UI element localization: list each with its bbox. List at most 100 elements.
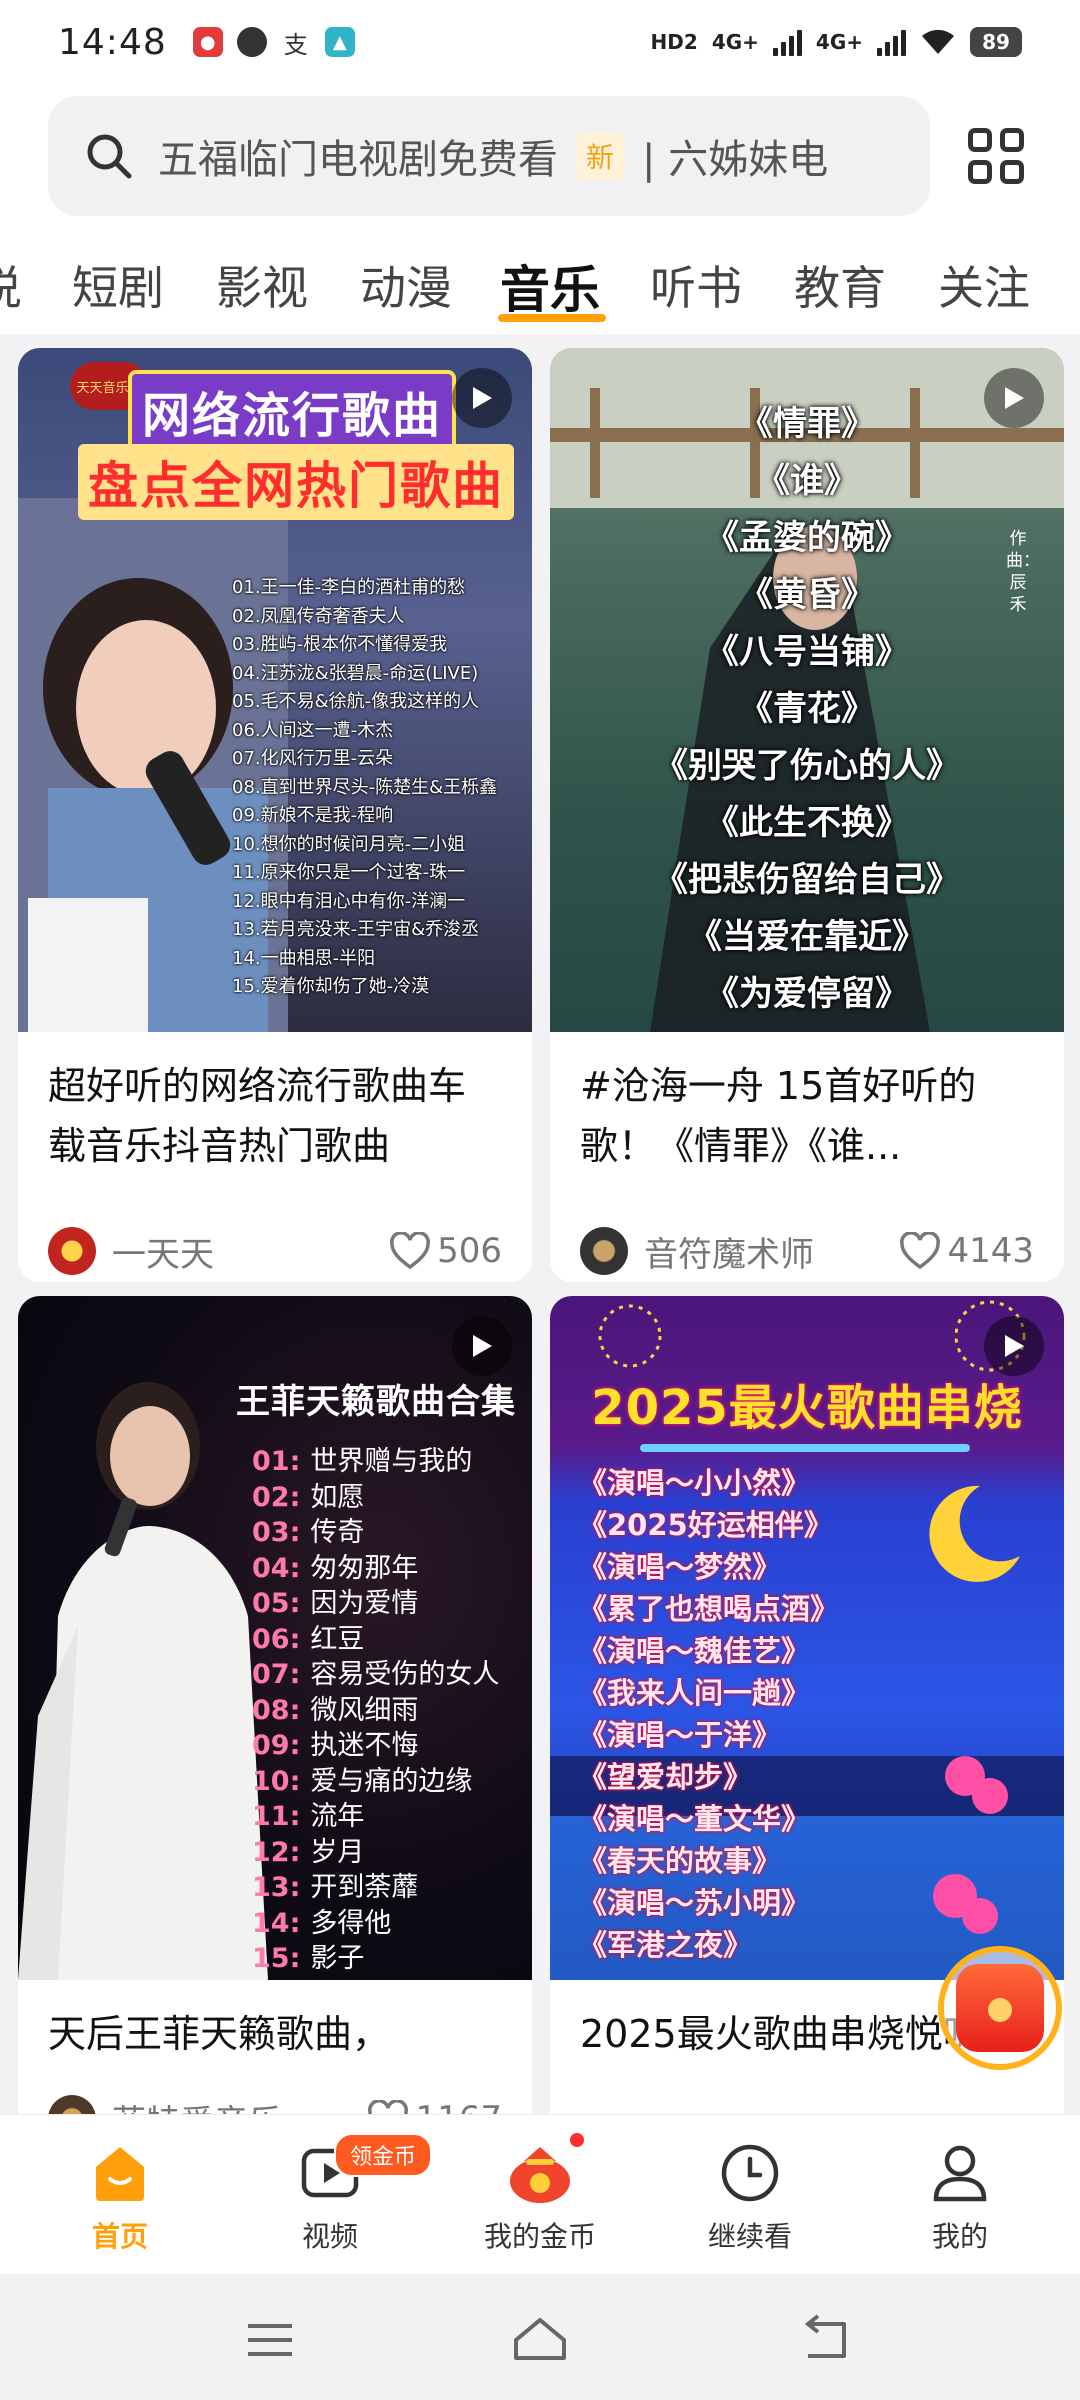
tab-following[interactable]: 关注: [938, 252, 1030, 318]
composer-credit: 作曲：辰禾: [1006, 529, 1040, 615]
home-button-icon[interactable]: [510, 2310, 570, 2370]
tab-music[interactable]: 音乐: [500, 250, 600, 322]
tab-education[interactable]: 教育: [794, 252, 886, 318]
active-tab-indicator: [498, 314, 606, 322]
song-item: 07: 容易受伤的女人: [252, 1659, 500, 1690]
notification-dot: [570, 2133, 584, 2147]
thumb-subheading: 盘点全网热门歌曲: [78, 444, 514, 520]
alipay-icon: 支: [280, 27, 311, 59]
song-list: 01: 世界赠与我的 02: 如愿 03: 传奇 04: 匆匆那年 05: 因为爱情 06…: [252, 1444, 532, 1977]
nav-home-label: 首页: [91, 2220, 148, 2253]
avatar[interactable]: [580, 1227, 628, 1275]
author-name[interactable]: 音符魔术师: [644, 1227, 814, 1276]
bottom-navigation: 首页 视频 领金币 我的金币 继续看 我的: [0, 2114, 1080, 2274]
card-footer: 菲特爱音乐 1167: [18, 2080, 532, 2114]
song-item: 《当爱在靠近》: [688, 917, 926, 957]
song-item: 10.想你的时候问月亮-二小姐: [232, 833, 466, 855]
system-navigation-bar: [0, 2274, 1080, 2400]
heart-icon: [900, 1232, 941, 1270]
song-item: 《2025好运相伴》: [578, 1508, 833, 1542]
play-icon: [984, 368, 1044, 428]
tab-audiobook[interactable]: 听书: [650, 252, 742, 318]
video-title[interactable]: #沧海一舟 15首好听的歌！《情罪》《谁...: [550, 1032, 1064, 1212]
search-suggestion-text: 五福临门电视剧免费看: [158, 137, 558, 183]
avatar[interactable]: [48, 1227, 96, 1275]
song-item: 《累了也想喝点酒》: [578, 1592, 840, 1626]
search-next-suggestion: | 六姊妹电: [642, 137, 829, 183]
tab-partial[interactable]: 说: [0, 252, 22, 318]
app-screen: 14:48 ● 支 ▲ HD2 4G+ 4G+ 89 五福临门电视剧免费看 新 …: [0, 0, 1080, 2400]
video-thumbnail[interactable]: 王菲天籁歌曲合集 01: 世界赠与我的 02: 如愿 03: 传奇 04: 匆匆那年 0…: [18, 1296, 532, 1980]
video-feed: 天天音乐馆 网络流行歌曲 盘点全网热门歌曲 01.王一佳-李白的酒杜甫的愁 02…: [0, 334, 1080, 2114]
signal-icon-1: [772, 28, 802, 56]
status-indicators: HD2 4G+ 4G+ 89: [651, 27, 1022, 57]
avatar[interactable]: [48, 2095, 96, 2114]
tab-short-drama[interactable]: 短剧: [72, 252, 164, 318]
red-packet-float[interactable]: [938, 1946, 1062, 2070]
like-count[interactable]: 506: [389, 1231, 502, 1271]
thumb-heading: 王菲天籁歌曲合集: [236, 1382, 516, 1422]
song-item: 07.化风行万里-云朵: [232, 748, 394, 769]
song-item: 03.胜屿-根本你不懂得爱我: [232, 634, 448, 655]
song-item: 12: 岁月: [252, 1836, 365, 1868]
song-item: 09: 执迷不悔: [252, 1730, 419, 1761]
card-footer: 一天天 506: [18, 1212, 532, 1282]
search-icon: [87, 134, 132, 179]
song-item: 《演唱～小小然》: [578, 1466, 811, 1500]
coin-reward-badge[interactable]: 领金币: [334, 2133, 433, 2177]
category-tabs: 说 短剧 影视 动漫 音乐 听书 教育 关注: [0, 234, 1080, 334]
menu-icon[interactable]: [240, 2310, 300, 2370]
song-item: 08: 微风细雨: [252, 1694, 419, 1726]
new-badge: 新: [576, 132, 625, 180]
like-count[interactable]: 1167: [367, 2099, 502, 2114]
song-item: 05: 因为爱情: [252, 1588, 419, 1619]
wifi-icon: [922, 29, 954, 54]
song-item: 01.王一佳-李白的酒杜甫的愁: [232, 577, 466, 598]
song-item: 《别哭了伤心的人》: [654, 746, 960, 786]
song-item: 《黄昏》: [739, 575, 875, 615]
video-card[interactable]: 《情罪》 《谁》 《孟婆的碗》 《黄昏》 《八号当铺》 《青花》 《别哭了伤心的…: [550, 348, 1064, 1282]
thumb-heading: 2025最火歌曲串烧: [591, 1380, 1023, 1436]
like-count-value: 506: [437, 1231, 502, 1271]
like-count[interactable]: 4143: [899, 1231, 1034, 1271]
video-thumbnail[interactable]: 2025最火歌曲串烧 《演唱～小小然》 《2025好运相伴》 《演唱～梦然》 《…: [550, 1296, 1064, 1980]
home-icon: [88, 2141, 152, 2205]
nav-my-coins[interactable]: 我的金币: [460, 2141, 620, 2255]
video-title[interactable]: 超好听的网络流行歌曲车载音乐抖音热门歌曲: [18, 1032, 532, 1212]
song-item: 09.新娘不是我-程响: [232, 805, 394, 826]
category-grid-icon[interactable]: [968, 128, 1024, 184]
red-packet-icon: [956, 1964, 1044, 2052]
back-icon[interactable]: [796, 2310, 856, 2370]
song-item: 12.眼中有泪心中有你-洋澜一: [232, 890, 466, 912]
message-icon: [236, 27, 267, 57]
song-item: 《此生不换》: [705, 803, 909, 843]
video-card[interactable]: 王菲天籁歌曲合集 01: 世界赠与我的 02: 如愿 03: 传奇 04: 匆匆那年 0…: [18, 1296, 532, 2114]
play-icon: [452, 368, 512, 428]
nav-home[interactable]: 首页: [40, 2141, 200, 2255]
search-input[interactable]: 五福临门电视剧免费看 新 | 六姊妹电: [48, 96, 930, 216]
video-thumbnail[interactable]: 天天音乐馆 网络流行歌曲 盘点全网热门歌曲 01.王一佳-李白的酒杜甫的愁 02…: [18, 348, 532, 1032]
song-item: 06.人间这一遭-木杰: [232, 719, 394, 741]
song-item: 06: 红豆: [252, 1623, 365, 1655]
nav-continue-watching[interactable]: 继续看: [670, 2141, 830, 2255]
video-card[interactable]: 天天音乐馆 网络流行歌曲 盘点全网热门歌曲 01.王一佳-李白的酒杜甫的愁 02…: [18, 348, 532, 1282]
song-item: 《演唱～魏佳艺》: [578, 1634, 811, 1668]
song-item: 02.凤凰传奇奢香夫人: [232, 605, 405, 627]
play-icon: [984, 1316, 1044, 1376]
author-name[interactable]: 一天天: [112, 1227, 214, 1276]
tab-anime[interactable]: 动漫: [360, 252, 452, 318]
nav-my-coins-label: 我的金币: [483, 2220, 596, 2253]
tab-film-tv[interactable]: 影视: [216, 252, 308, 318]
author-name[interactable]: 菲特爱音乐: [112, 2095, 282, 2115]
status-bar: 14:48 ● 支 ▲ HD2 4G+ 4G+ 89: [0, 0, 1080, 84]
nav-profile[interactable]: 我的: [880, 2141, 1040, 2255]
song-item: 14: 多得他: [252, 1907, 392, 1939]
song-item: 《演唱～苏小明》: [578, 1886, 811, 1920]
song-item: 04.汪苏泷&张碧晨-命运(LIVE): [232, 662, 479, 684]
profile-icon: [928, 2141, 992, 2205]
video-thumbnail[interactable]: 《情罪》 《谁》 《孟婆的碗》 《黄昏》 《八号当铺》 《青花》 《别哭了伤心的…: [550, 348, 1064, 1032]
app-store-icon: ▲: [324, 27, 355, 57]
like-count-value: 4143: [947, 1231, 1034, 1271]
status-app-icons: ● 支 ▲: [192, 27, 355, 59]
song-item: 05.毛不易&徐航-像我这样的人: [232, 691, 480, 712]
